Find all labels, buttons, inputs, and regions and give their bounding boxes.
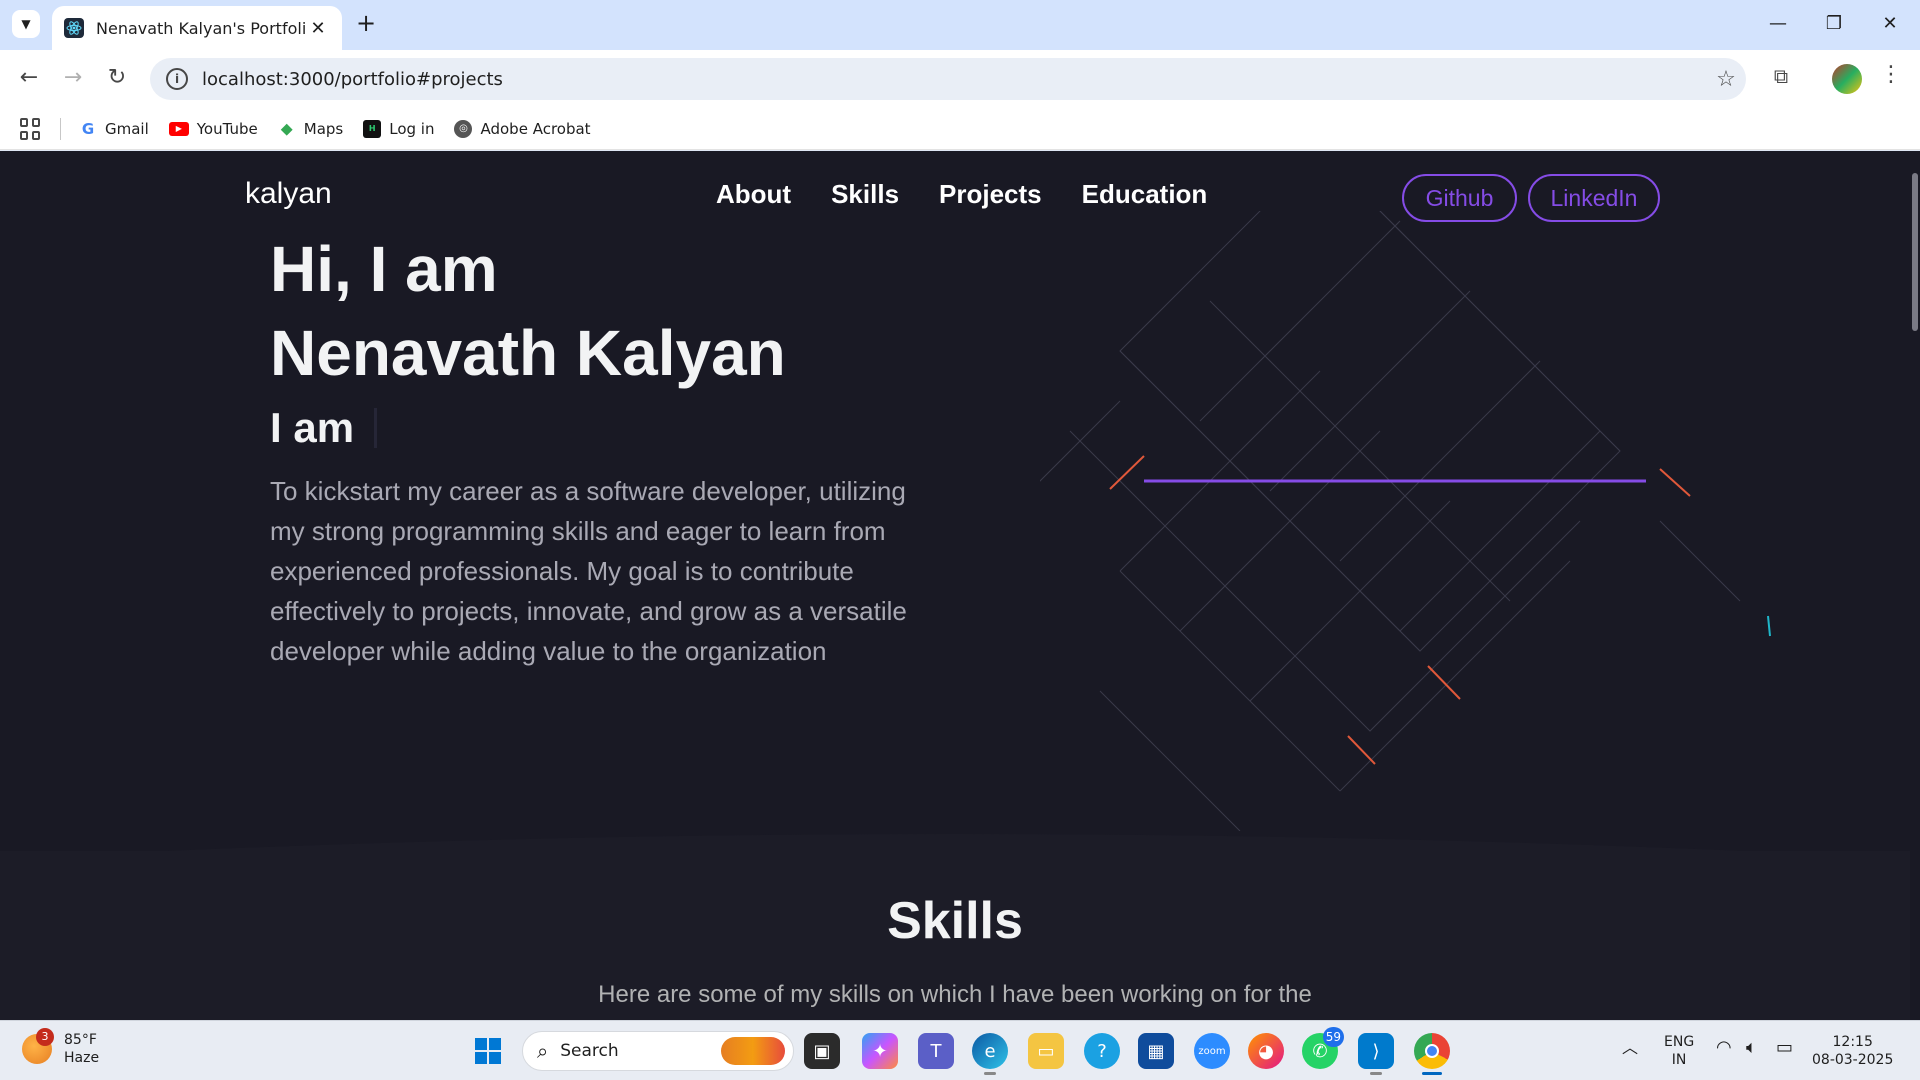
clock-date: 08-03-2025 <box>1812 1052 1894 1068</box>
hero-typewriter-text: I am <box>270 404 355 451</box>
hero-description: To kickstart my career as a software dev… <box>270 476 907 666</box>
restore-icon[interactable]: ❐ <box>1814 8 1854 40</box>
bookmarks-bar: G Gmail ▶ YouTube ⬥ Maps H Log in ◎ Adob… <box>0 108 1920 150</box>
page-scrollbar[interactable] <box>1910 151 1920 1020</box>
edge-icon[interactable]: e <box>972 1033 1008 1075</box>
bookmark-login[interactable]: H Log in <box>363 119 434 138</box>
task-view-icon[interactable]: ▣ <box>804 1033 840 1069</box>
whatsapp-icon[interactable]: ✆ 59 <box>1302 1027 1344 1069</box>
acrobat-icon: ◎ <box>454 119 473 138</box>
chevron-down-icon: ▼ <box>21 17 31 31</box>
zoom-icon[interactable]: zoom <box>1194 1033 1230 1069</box>
apps-icon[interactable] <box>20 117 42 140</box>
github-button[interactable]: Github <box>1402 174 1517 222</box>
taskbar-search-label: Search <box>560 1041 619 1061</box>
linkedin-button[interactable]: LinkedIn <box>1528 174 1660 222</box>
bookmark-gmail[interactable]: G Gmail <box>79 120 149 138</box>
address-bar[interactable]: i localhost:3000/portfolio#projects ☆ <box>150 58 1746 100</box>
tab-title: Nenavath Kalyan's Portfolio <box>96 18 306 38</box>
show-hidden-icons[interactable]: ︿ <box>1622 1039 1638 1057</box>
weather-badge: 3 <box>36 1028 54 1046</box>
minimize-icon[interactable]: — <box>1758 8 1798 40</box>
help-icon[interactable]: ? <box>1084 1033 1120 1069</box>
maps-icon: ⬥ <box>281 118 293 138</box>
login-icon: H <box>363 119 382 138</box>
page-viewport: kalyan About Skills Projects Education G… <box>0 151 1920 1020</box>
firefox-icon[interactable]: ◕ <box>1248 1033 1284 1069</box>
hero-name: Nenavath Kalyan <box>270 317 786 389</box>
site-info-icon[interactable]: i <box>166 68 188 90</box>
volume-icon[interactable]: 🔈︎ <box>1746 1039 1757 1057</box>
skills-title: Skills <box>887 892 1023 950</box>
bookmark-youtube[interactable]: ▶ YouTube <box>168 120 258 138</box>
back-icon[interactable]: ← <box>14 64 44 94</box>
nav-links: About Skills Projects Education <box>716 179 1207 210</box>
clock[interactable]: 12:15 08-03-2025 <box>1812 1033 1893 1069</box>
bookmark-maps[interactable]: ⬥ Maps <box>278 118 343 138</box>
skills-description: Here are some of my skills on which I ha… <box>598 981 1312 1008</box>
nav-education[interactable]: Education <box>1082 179 1208 210</box>
vscode-icon[interactable]: ⟩ <box>1358 1033 1394 1075</box>
hero-background-art <box>1040 211 1771 831</box>
url-text[interactable]: localhost:3000/portfolio#projects <box>202 69 1706 90</box>
windows-taskbar: 3 85°F Haze ⌕ Search ▣ ✦ T e ▭ ? ▦ zoom … <box>0 1020 1920 1080</box>
scrollbar-thumb[interactable] <box>1912 173 1918 331</box>
profile-avatar[interactable] <box>1832 64 1862 94</box>
forward-icon[interactable]: → <box>58 64 88 94</box>
site-navbar: kalyan About Skills Projects Education G… <box>0 151 1910 237</box>
extensions-icon[interactable]: ⧉ <box>1766 64 1796 94</box>
language-indicator[interactable]: ENG IN <box>1664 1033 1694 1069</box>
search-icon: ⌕ <box>537 1039 549 1063</box>
file-explorer-icon[interactable]: ▭ <box>1028 1033 1064 1069</box>
nav-skills[interactable]: Skills <box>831 179 899 210</box>
nav-projects[interactable]: Projects <box>939 179 1042 210</box>
tab-strip: ▼ Nenavath Kalyan's Portfolio ✕ + — ❐ ✕ <box>0 0 1920 50</box>
gmail-icon: G <box>81 119 95 138</box>
hero-subtitle: I am <box>270 404 378 452</box>
typewriter-cursor <box>374 408 378 448</box>
hero-title: Hi, I am Nenavath Kalyan <box>270 227 786 395</box>
battery-icon[interactable]: ▭ <box>1776 1039 1793 1057</box>
site-logo[interactable]: kalyan <box>245 177 332 211</box>
tab-search-button[interactable]: ▼ <box>12 10 40 38</box>
hero-greeting: Hi, I am <box>270 233 498 305</box>
youtube-icon: ▶ <box>168 121 189 136</box>
browser-toolbar: ← → ↻ i localhost:3000/portfolio#project… <box>0 50 1920 108</box>
store-icon[interactable]: ▦ <box>1138 1033 1174 1069</box>
close-window-icon[interactable]: ✕ <box>1870 8 1910 40</box>
react-favicon-icon <box>64 18 84 38</box>
copilot-icon[interactable]: ✦ <box>862 1033 898 1069</box>
nav-about[interactable]: About <box>716 179 791 210</box>
wifi-icon[interactable]: ◠ <box>1716 1039 1732 1057</box>
close-tab-icon[interactable]: ✕ <box>306 18 330 39</box>
start-icon[interactable] <box>470 1033 506 1069</box>
bookmark-star-icon[interactable]: ☆ <box>1706 67 1746 92</box>
bookmarks-separator <box>60 117 61 140</box>
reload-icon[interactable]: ↻ <box>102 64 132 94</box>
search-highlight-icon <box>721 1037 785 1065</box>
teams-icon[interactable]: T <box>918 1033 954 1069</box>
bookmark-acrobat[interactable]: ◎ Adobe Acrobat <box>454 119 591 138</box>
taskbar-search[interactable]: ⌕ Search <box>522 1031 794 1071</box>
menu-icon[interactable]: ⋮ <box>1876 62 1906 96</box>
weather-widget[interactable]: 3 85°F Haze <box>22 1028 100 1067</box>
weather-sun-icon: 3 <box>22 1028 54 1064</box>
weather-condition: Haze <box>64 1050 100 1066</box>
clock-time: 12:15 <box>1832 1034 1873 1050</box>
chrome-icon[interactable] <box>1414 1033 1450 1075</box>
whatsapp-badge: 59 <box>1322 1027 1344 1047</box>
weather-temperature: 85°F <box>64 1032 97 1048</box>
new-tab-icon[interactable]: + <box>352 10 380 38</box>
active-tab[interactable]: Nenavath Kalyan's Portfolio ✕ <box>52 6 342 50</box>
